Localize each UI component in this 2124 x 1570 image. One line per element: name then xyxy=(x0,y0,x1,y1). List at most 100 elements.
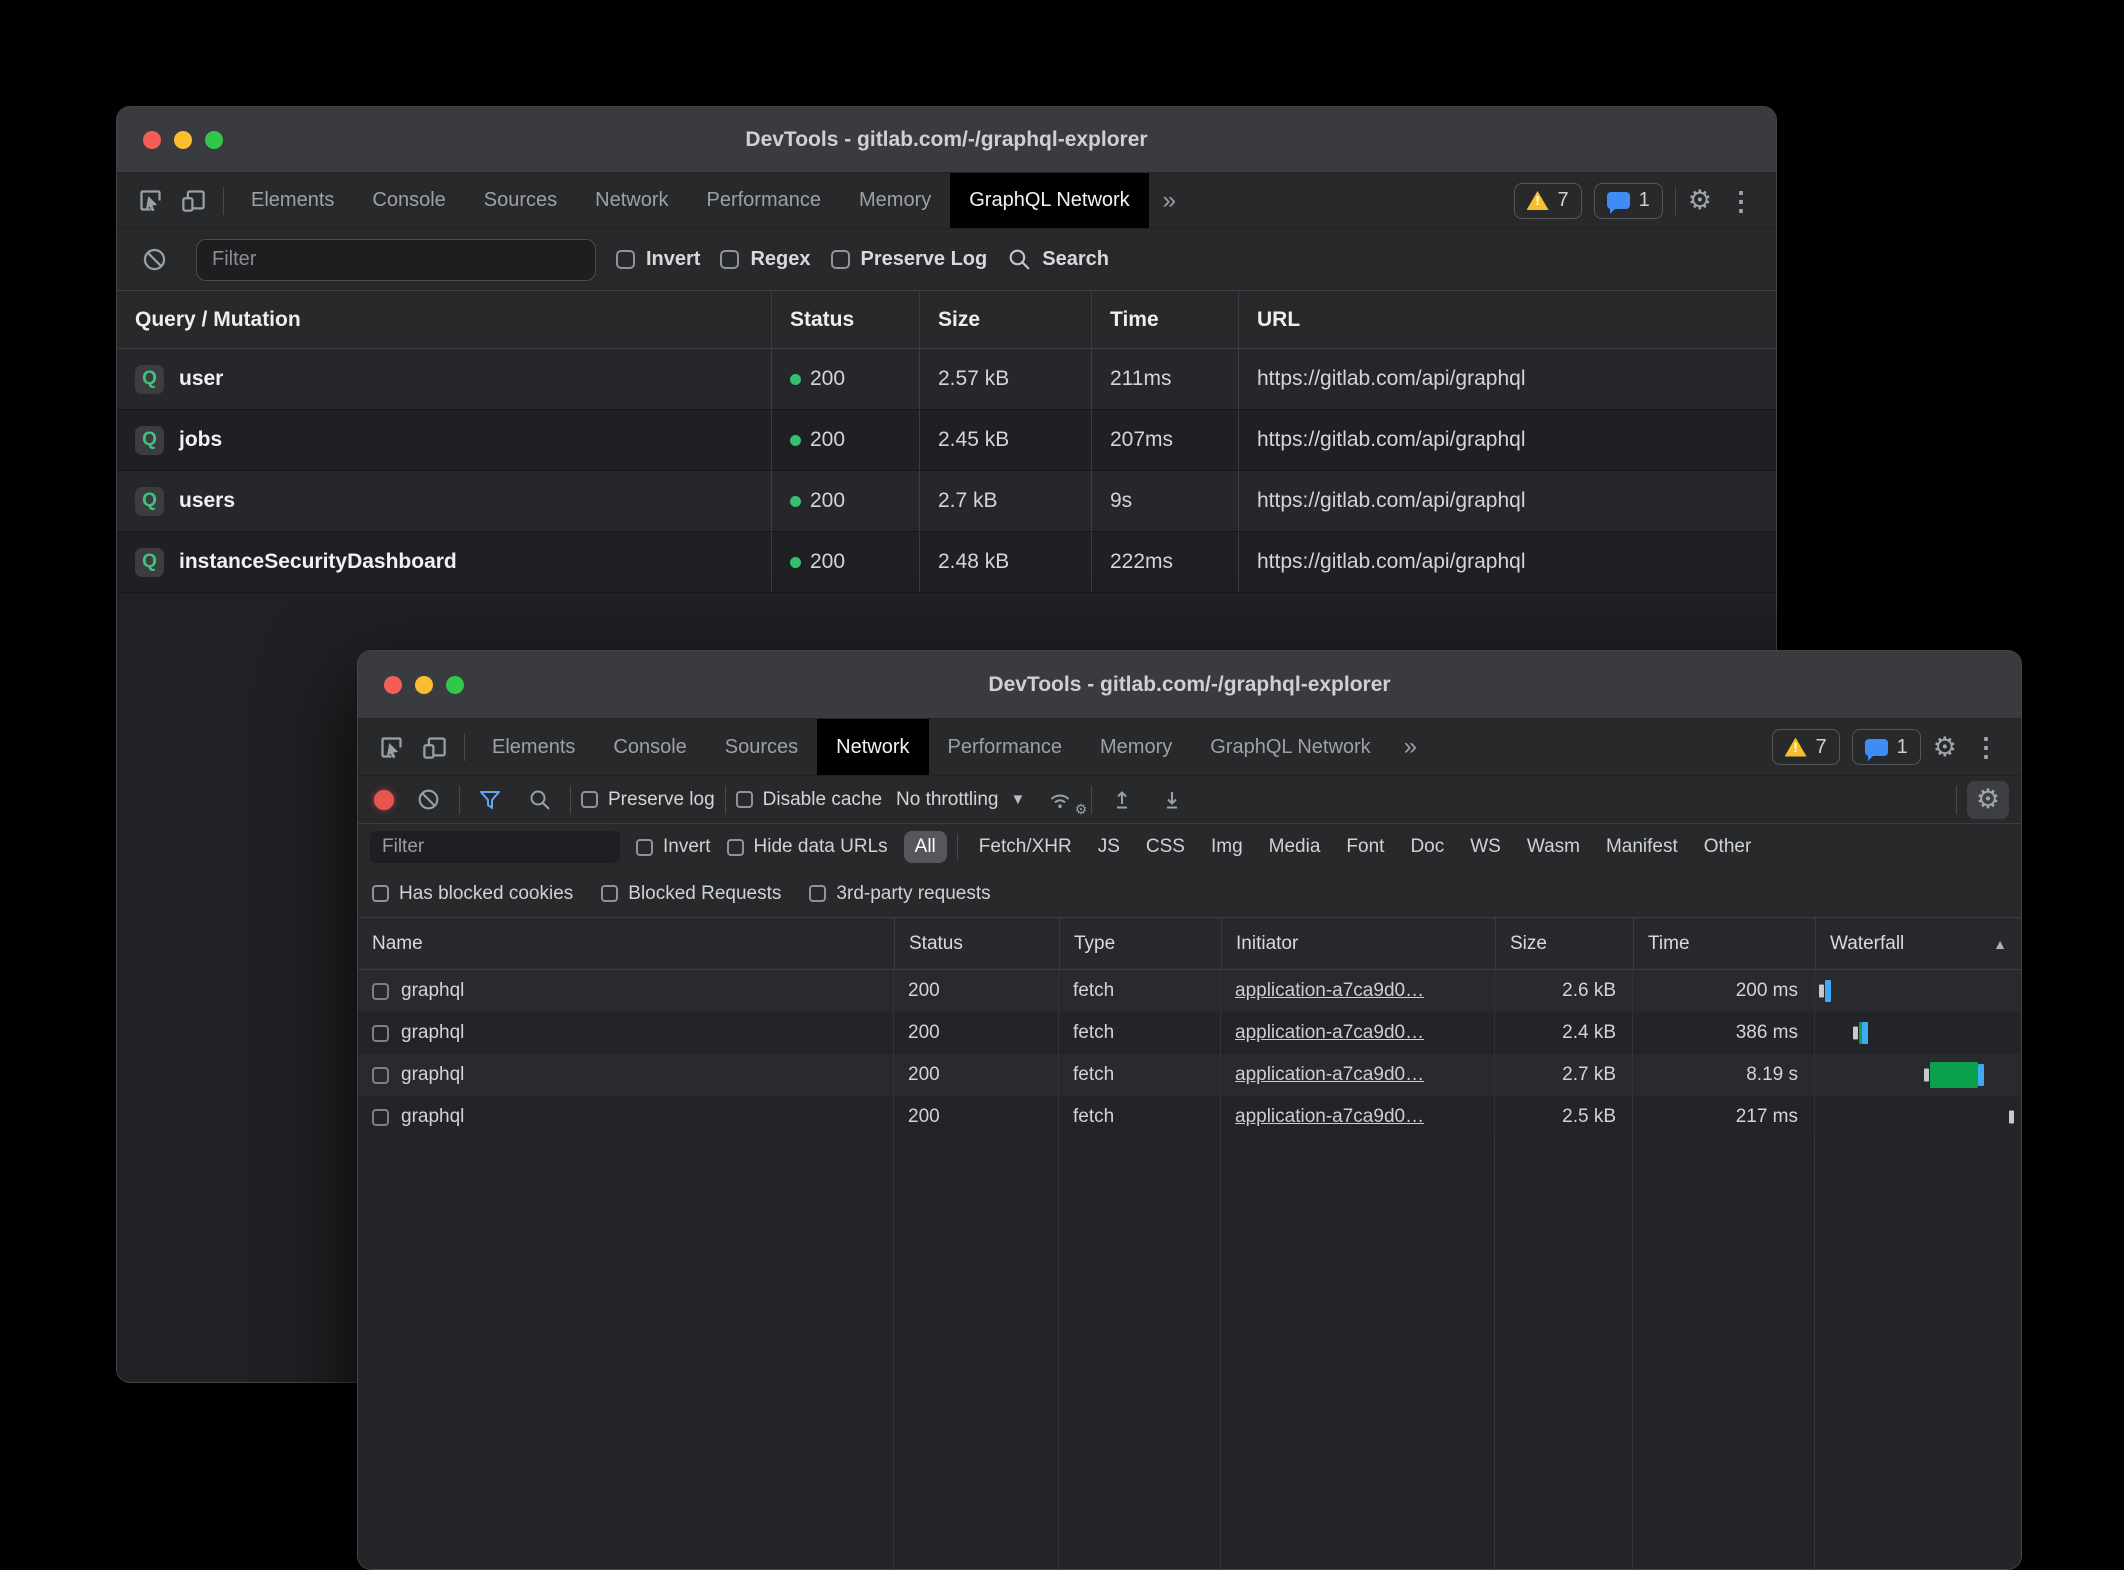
status-ok-dot xyxy=(790,374,801,385)
column-header-time[interactable]: Time xyxy=(1633,918,1815,969)
filter-chip-js[interactable]: JS xyxy=(1087,831,1131,863)
tab-performance[interactable]: Performance xyxy=(688,173,841,228)
filter-chip-doc[interactable]: Doc xyxy=(1399,831,1455,863)
device-toolbar-icon[interactable] xyxy=(413,734,456,761)
filter-chip-wasm[interactable]: Wasm xyxy=(1516,831,1591,863)
column-header-size[interactable]: Size xyxy=(919,291,1091,348)
filter-funnel-icon[interactable] xyxy=(470,788,510,812)
column-header-query-mutation[interactable]: Query / Mutation xyxy=(117,291,771,348)
initiator-link[interactable]: application-a7ca9d0… xyxy=(1235,980,1424,1002)
settings-gear-icon[interactable]: ⚙ xyxy=(1688,187,1712,214)
waterfall-download-bar xyxy=(1862,1022,1868,1044)
close-window-button[interactable] xyxy=(143,131,161,149)
network-settings-button[interactable]: ⚙ xyxy=(1967,781,2009,819)
initiator-link[interactable]: application-a7ca9d0… xyxy=(1235,1106,1424,1128)
invert-checkbox[interactable]: Invert xyxy=(636,836,711,858)
inspect-element-icon[interactable] xyxy=(370,734,413,761)
tab-performance[interactable]: Performance xyxy=(929,719,1082,775)
regex-checkbox[interactable]: Regex xyxy=(720,248,810,271)
table-row[interactable]: Q users 200 2.7 kB 9s https://gitlab.com… xyxy=(117,471,1776,532)
column-header-type[interactable]: Type xyxy=(1059,918,1221,969)
tab-memory[interactable]: Memory xyxy=(840,173,950,228)
clear-icon[interactable] xyxy=(408,787,449,812)
tab-sources[interactable]: Sources xyxy=(706,719,817,775)
filter-chip-fetch-xhr[interactable]: Fetch/XHR xyxy=(968,831,1083,863)
network-filter-input[interactable] xyxy=(370,831,620,863)
minimize-window-button[interactable] xyxy=(415,676,433,694)
column-header-size[interactable]: Size xyxy=(1495,918,1633,969)
tab-elements[interactable]: Elements xyxy=(473,719,594,775)
table-row[interactable]: Q user 200 2.57 kB 211ms https://gitlab.… xyxy=(117,349,1776,410)
more-tabs-icon[interactable]: » xyxy=(1390,733,1431,761)
kebab-menu-icon[interactable]: ⋮ xyxy=(1724,188,1758,214)
tab-graphql-network[interactable]: GraphQL Network xyxy=(950,173,1148,228)
warnings-badge[interactable]: 7 xyxy=(1772,729,1840,765)
zoom-window-button[interactable] xyxy=(446,676,464,694)
column-header-status[interactable]: Status xyxy=(771,291,919,348)
filter-chip-manifest[interactable]: Manifest xyxy=(1595,831,1689,863)
issues-badge[interactable]: 1 xyxy=(1594,183,1663,219)
throttling-dropdown[interactable]: No throttling ▼ xyxy=(892,789,1029,811)
filter-chip-ws[interactable]: WS xyxy=(1459,831,1512,863)
search-icon[interactable] xyxy=(520,788,560,812)
filter-input[interactable] xyxy=(196,239,596,281)
warnings-badge[interactable]: 7 xyxy=(1514,183,1582,219)
column-header-name[interactable]: Name xyxy=(358,918,894,969)
row-checkbox[interactable] xyxy=(372,1067,389,1084)
row-checkbox[interactable] xyxy=(372,983,389,1000)
minimize-window-button[interactable] xyxy=(174,131,192,149)
tab-console[interactable]: Console xyxy=(353,173,464,228)
table-row[interactable]: Q jobs 200 2.45 kB 207ms https://gitlab.… xyxy=(117,410,1776,471)
tab-elements[interactable]: Elements xyxy=(232,173,353,228)
record-icon[interactable] xyxy=(374,790,394,810)
blocked-requests-checkbox[interactable]: Blocked Requests xyxy=(601,883,781,905)
filter-chip-other[interactable]: Other xyxy=(1693,831,1763,863)
network-request-row[interactable]: graphql 200 fetch application-a7ca9d0… 2… xyxy=(358,1096,2021,1138)
tab-graphql-network[interactable]: GraphQL Network xyxy=(1191,719,1389,775)
has-blocked-cookies-checkbox[interactable]: Has blocked cookies xyxy=(372,883,573,905)
filter-chip-all[interactable]: All xyxy=(904,831,947,863)
filter-chip-media[interactable]: Media xyxy=(1258,831,1332,863)
network-request-row[interactable]: graphql 200 fetch application-a7ca9d0… 2… xyxy=(358,1054,2021,1096)
invert-checkbox[interactable]: Invert xyxy=(616,248,700,271)
device-toolbar-icon[interactable] xyxy=(172,187,215,214)
tab-sources[interactable]: Sources xyxy=(465,173,576,228)
more-tabs-icon[interactable]: » xyxy=(1149,187,1190,215)
column-header-time[interactable]: Time xyxy=(1091,291,1238,348)
export-har-icon[interactable] xyxy=(1152,788,1192,812)
preserve-log-checkbox[interactable]: Preserve log xyxy=(581,789,715,811)
table-row[interactable]: Q instanceSecurityDashboard 200 2.48 kB … xyxy=(117,532,1776,593)
waterfall-queued-bar xyxy=(1853,1027,1858,1040)
initiator-link[interactable]: application-a7ca9d0… xyxy=(1235,1022,1424,1044)
block-icon[interactable] xyxy=(133,246,176,273)
column-header-initiator[interactable]: Initiator xyxy=(1221,918,1495,969)
filter-chip-css[interactable]: CSS xyxy=(1135,831,1196,863)
hide-data-urls-checkbox[interactable]: Hide data URLs xyxy=(727,836,888,858)
network-conditions-icon[interactable]: ⚙ xyxy=(1039,788,1081,812)
filter-chip-img[interactable]: Img xyxy=(1200,831,1254,863)
search-button[interactable]: Search xyxy=(1007,247,1109,272)
tab-memory[interactable]: Memory xyxy=(1081,719,1191,775)
column-header-status[interactable]: Status xyxy=(894,918,1059,969)
row-checkbox[interactable] xyxy=(372,1025,389,1042)
import-har-icon[interactable] xyxy=(1102,788,1142,812)
issues-badge[interactable]: 1 xyxy=(1852,729,1921,765)
tab-console[interactable]: Console xyxy=(594,719,705,775)
filter-chip-font[interactable]: Font xyxy=(1335,831,1395,863)
settings-gear-icon[interactable]: ⚙ xyxy=(1933,734,1957,761)
tab-network[interactable]: Network xyxy=(817,719,928,775)
close-window-button[interactable] xyxy=(384,676,402,694)
network-request-row[interactable]: graphql 200 fetch application-a7ca9d0… 2… xyxy=(358,1012,2021,1054)
kebab-menu-icon[interactable]: ⋮ xyxy=(1969,734,2003,760)
column-header-waterfall[interactable]: Waterfall ▲ xyxy=(1815,918,2021,969)
disable-cache-checkbox[interactable]: Disable cache xyxy=(736,789,882,811)
tab-network[interactable]: Network xyxy=(576,173,687,228)
column-header-url[interactable]: URL xyxy=(1238,291,1776,348)
initiator-link[interactable]: application-a7ca9d0… xyxy=(1235,1064,1424,1086)
inspect-element-icon[interactable] xyxy=(129,187,172,214)
preserve-log-checkbox[interactable]: Preserve Log xyxy=(831,248,988,271)
row-checkbox[interactable] xyxy=(372,1109,389,1126)
third-party-requests-checkbox[interactable]: 3rd-party requests xyxy=(809,883,990,905)
network-request-row[interactable]: graphql 200 fetch application-a7ca9d0… 2… xyxy=(358,970,2021,1012)
zoom-window-button[interactable] xyxy=(205,131,223,149)
